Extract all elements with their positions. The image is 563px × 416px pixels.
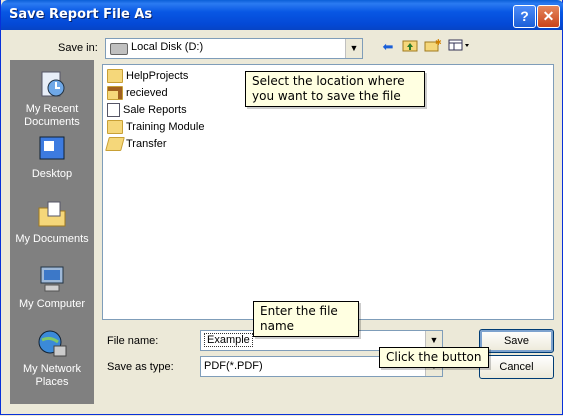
drive-icon: [110, 43, 128, 55]
place-network[interactable]: My Network Places: [10, 328, 94, 389]
save-button[interactable]: Save: [479, 329, 554, 353]
location-callout: Select the location where you want to sa…: [245, 71, 425, 107]
title-bar[interactable]: Save Report File As ? ✕: [1, 0, 563, 30]
up-folder-icon[interactable]: [400, 38, 420, 56]
open-folder-icon: [105, 137, 125, 152]
save-in-dropdown[interactable]: Local Disk (D:) ▼: [105, 38, 363, 59]
save-in-label: Save in:: [58, 42, 98, 54]
button-callout: Click the button: [379, 347, 489, 368]
list-item[interactable]: recieved: [107, 85, 168, 101]
my-computer-icon: [40, 266, 64, 292]
shortcut-folder-icon: [107, 86, 123, 101]
recent-documents-icon: [41, 71, 65, 97]
save-dialog: Save Report File As ? ✕ Save in: Local D…: [0, 0, 563, 415]
list-item[interactable]: Sale Reports: [107, 102, 187, 118]
list-item[interactable]: Transfer: [105, 136, 167, 152]
close-button[interactable]: ✕: [537, 5, 560, 28]
list-item[interactable]: HelpProjects: [107, 68, 188, 84]
file-name-label: File name:: [107, 335, 159, 347]
chevron-down-icon[interactable]: ▼: [345, 39, 362, 58]
place-desktop[interactable]: Desktop: [10, 133, 94, 181]
file-name-input[interactable]: Example: [204, 333, 253, 347]
place-recent-documents[interactable]: My Recent Documents: [10, 68, 94, 129]
place-my-computer[interactable]: My Computer: [10, 263, 94, 311]
help-button[interactable]: ?: [513, 5, 536, 28]
cancel-button[interactable]: Cancel: [479, 355, 554, 379]
folder-icon: [107, 69, 123, 84]
network-places-icon: [38, 330, 67, 357]
desktop-icon: [39, 136, 65, 160]
filename-callout: Enter the file name: [253, 301, 359, 337]
save-in-value: Local Disk (D:): [131, 41, 204, 53]
save-as-type-label: Save as type:: [107, 361, 174, 373]
list-item[interactable]: Training Module: [107, 119, 204, 135]
dialog-title: Save Report File As: [9, 7, 153, 22]
places-bar: My Recent Documents Desktop My Documents…: [10, 60, 94, 404]
save-as-type-value: PDF(*.PDF): [204, 360, 263, 372]
my-documents-icon: [38, 201, 66, 227]
place-my-documents[interactable]: My Documents: [10, 198, 94, 246]
new-folder-icon[interactable]: ✱: [423, 38, 443, 56]
svg-text:✱: ✱: [435, 38, 442, 47]
folder-icon: [107, 120, 123, 135]
view-menu-icon[interactable]: [447, 38, 473, 56]
document-icon: [107, 103, 120, 118]
back-icon[interactable]: ⬅: [378, 38, 398, 56]
